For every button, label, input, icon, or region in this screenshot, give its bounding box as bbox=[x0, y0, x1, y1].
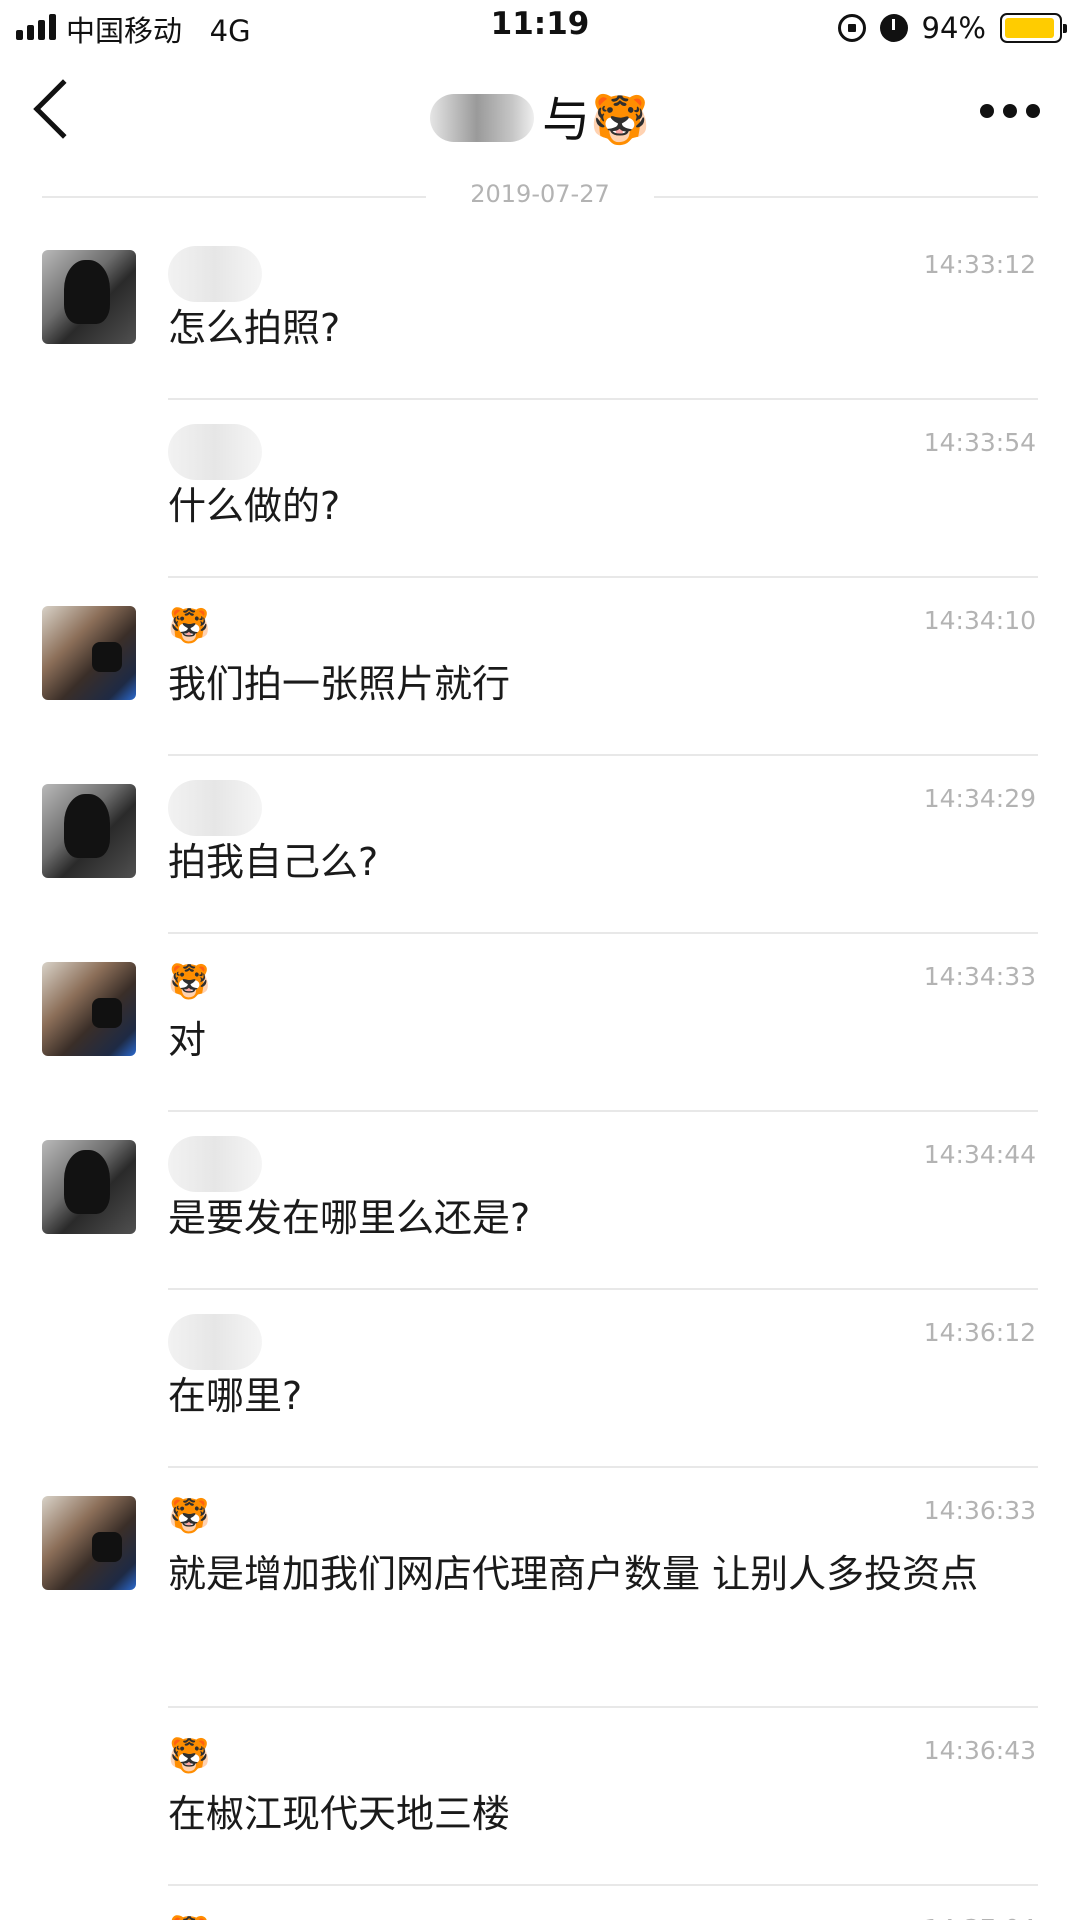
message-item[interactable]: 🐯 14:36:43 在椒江现代天地三楼 bbox=[0, 1708, 1080, 1886]
sender-emoji: 🐯 bbox=[168, 606, 211, 646]
message-text: 怎么拍照? bbox=[168, 306, 341, 350]
message-list[interactable]: 14:33:12 怎么拍照? 14:33:54 什么做的? 🐯 14:34:10 我们拍一张… bbox=[0, 222, 1080, 1920]
sender-emoji: 🐯 bbox=[168, 1736, 211, 1776]
status-bar: 中国移动 4G 11:19 94% bbox=[0, 0, 1080, 56]
message-item[interactable]: 14:34:44 是要发在哪里么还是? bbox=[0, 1112, 1080, 1290]
avatar[interactable] bbox=[42, 250, 136, 344]
message-text: 在哪里? bbox=[168, 1374, 303, 1418]
message-item[interactable]: 🐯 14:34:33 对 bbox=[0, 934, 1080, 1112]
date-divider: 2019-07-27 bbox=[42, 180, 1038, 212]
message-text: 就是增加我们网店代理商户数量 让别人多投资点 bbox=[168, 1552, 979, 1596]
message-text: 拍我自己么? bbox=[168, 840, 379, 884]
message-item[interactable]: 🐯 14:37:04 bbox=[0, 1886, 1080, 1920]
message-time: 14:34:10 bbox=[923, 606, 1036, 635]
message-text: 我们拍一张照片就行 bbox=[168, 662, 511, 706]
sender-name: 🐯 bbox=[168, 1910, 210, 1920]
sender-emoji: 🐯 bbox=[168, 962, 211, 1002]
blurred-sender-name bbox=[168, 1314, 262, 1370]
blurred-sender-name bbox=[168, 246, 262, 302]
sender-emoji: 🐯 bbox=[168, 1914, 210, 1920]
battery-icon bbox=[1000, 13, 1067, 43]
message-time: 14:36:43 bbox=[923, 1736, 1036, 1765]
message-time: 14:33:12 bbox=[923, 250, 1036, 279]
blurred-sender-name bbox=[168, 424, 262, 480]
sender-name: 🐯 bbox=[168, 1732, 210, 1780]
alarm-icon bbox=[879, 14, 908, 42]
message-item[interactable]: 🐯 14:36:33 就是增加我们网店代理商户数量 让别人多投资点 bbox=[0, 1468, 1080, 1708]
message-item[interactable]: 14:34:29 拍我自己么? bbox=[0, 756, 1080, 934]
message-item[interactable]: 14:33:54 什么做的? bbox=[0, 400, 1080, 578]
message-text: 是要发在哪里么还是? bbox=[168, 1196, 531, 1240]
rotation-lock-icon bbox=[837, 14, 866, 42]
blurred-sender-name bbox=[168, 1136, 262, 1192]
avatar[interactable] bbox=[42, 962, 136, 1056]
message-time: 14:36:33 bbox=[923, 1496, 1036, 1525]
avatar[interactable] bbox=[42, 1140, 136, 1234]
avatar[interactable] bbox=[42, 784, 136, 878]
message-time: 14:34:44 bbox=[923, 1140, 1036, 1169]
sender-name: 🐯 bbox=[168, 602, 210, 650]
message-text: 对 bbox=[168, 1018, 207, 1062]
battery-fill bbox=[1005, 18, 1054, 38]
blurred-contact-name bbox=[430, 94, 535, 142]
message-time: 14:33:54 bbox=[923, 428, 1036, 457]
sender-name: 🐯 bbox=[168, 1492, 210, 1540]
title-emoji: 🐯 bbox=[590, 92, 650, 148]
status-right: 94% bbox=[837, 8, 1067, 48]
message-item[interactable]: 14:33:12 怎么拍照? bbox=[0, 222, 1080, 400]
title-connector: 与 bbox=[542, 92, 591, 148]
more-dots-icon[interactable] bbox=[980, 104, 1040, 118]
message-time: 14:37:04 bbox=[924, 1914, 1036, 1920]
sender-name: 🐯 bbox=[168, 958, 210, 1006]
battery-percent: 94% bbox=[921, 11, 986, 45]
message-text: 在椒江现代天地三楼 bbox=[168, 1792, 511, 1836]
avatar[interactable] bbox=[42, 606, 136, 700]
message-item[interactable]: 14:36:12 在哪里? bbox=[0, 1290, 1080, 1468]
message-text: 什么做的? bbox=[168, 484, 341, 528]
sender-emoji: 🐯 bbox=[168, 1496, 211, 1536]
message-time: 14:34:33 bbox=[923, 962, 1036, 991]
message-time: 14:36:12 bbox=[923, 1318, 1036, 1347]
page-title: 与🐯 bbox=[0, 80, 1080, 150]
blurred-sender-name bbox=[168, 780, 262, 836]
date-text: 2019-07-27 bbox=[470, 180, 610, 208]
avatar[interactable] bbox=[42, 1496, 136, 1590]
nav-bar: 与🐯 bbox=[0, 56, 1080, 166]
message-item[interactable]: 🐯 14:34:10 我们拍一张照片就行 bbox=[0, 578, 1080, 756]
message-time: 14:34:29 bbox=[923, 784, 1036, 813]
